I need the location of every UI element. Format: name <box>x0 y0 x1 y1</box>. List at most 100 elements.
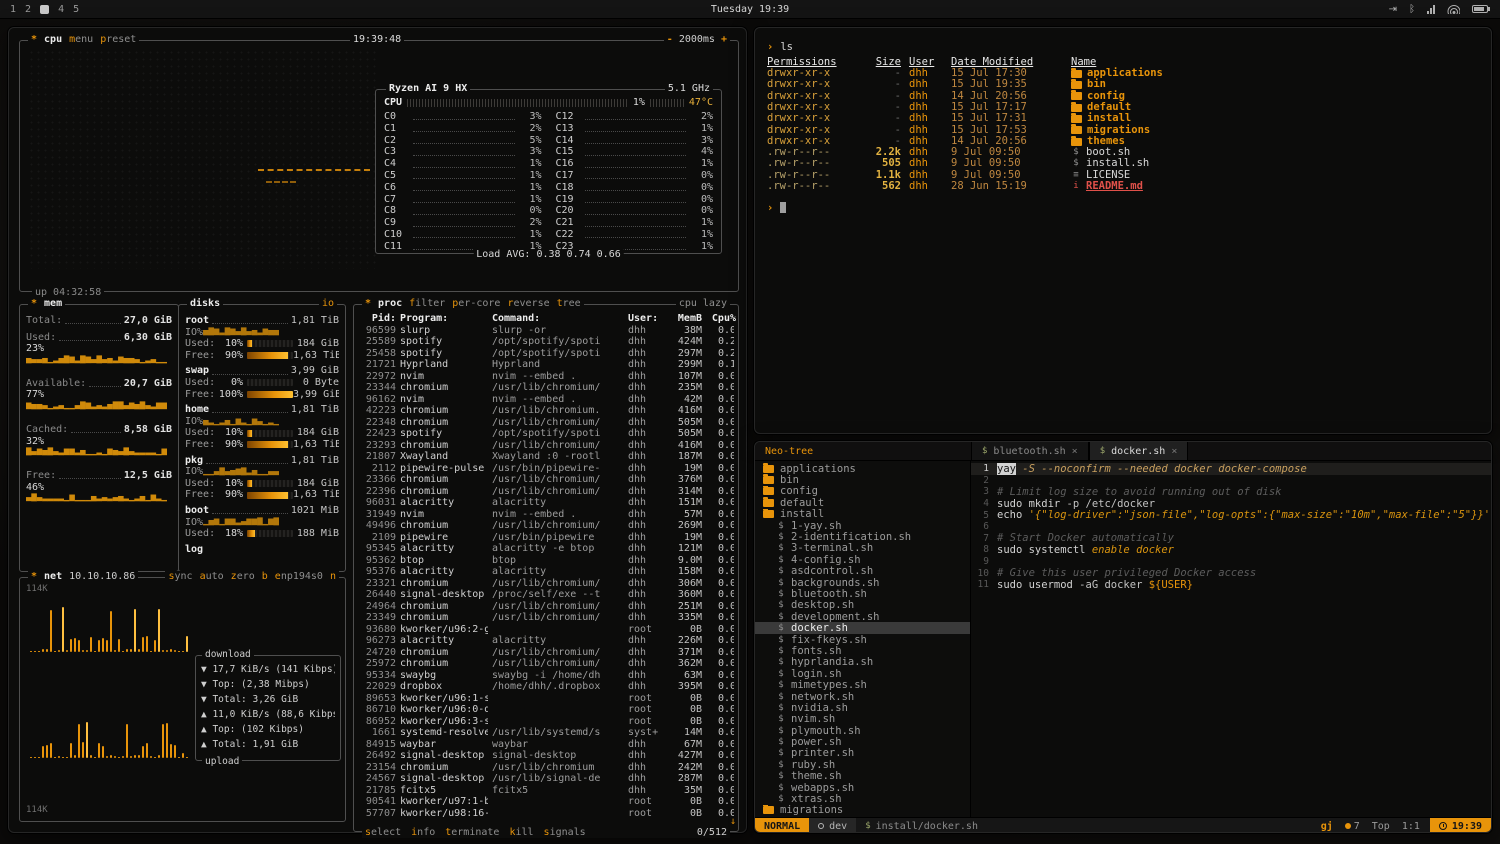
proc-button-tree[interactable]: tree <box>557 298 581 309</box>
tree-item-ruby.sh[interactable]: $ruby.sh <box>755 759 970 770</box>
process-row[interactable]: 93680kworker/u96:2-gfroot0B0.0 <box>358 624 734 636</box>
buffer-line[interactable]: 6 <box>971 521 1491 533</box>
terminal-window[interactable]: ›ls PermissionsSizeUserDate ModifiedName… <box>754 27 1492 434</box>
process-row[interactable]: 1661systemd-resolve/usr/lib/systemd/ssys… <box>358 727 734 739</box>
tree-item-migrations[interactable]: migrations <box>755 805 970 816</box>
workspace-3[interactable] <box>40 5 49 14</box>
net-button-zero[interactable]: zero <box>231 571 255 582</box>
tree-item-applications[interactable]: applications <box>755 463 970 474</box>
tree-item-nvidia.sh[interactable]: $nvidia.sh <box>755 702 970 713</box>
tree-item-hyprlandia.sh[interactable]: $hyprlandia.sh <box>755 657 970 668</box>
interval-plus-button[interactable]: + <box>721 34 727 45</box>
process-row[interactable]: 23349chromium/usr/lib/chromium/dhh335M0.… <box>358 612 734 624</box>
tree-item-xtras.sh[interactable]: $xtras.sh <box>755 793 970 804</box>
process-row[interactable]: 23154chromium/usr/lib/chromiumdhh242M0.0 <box>358 762 734 774</box>
tree-item-power.sh[interactable]: $power.sh <box>755 736 970 747</box>
tree-item-nvim.sh[interactable]: $nvim.sh <box>755 714 970 725</box>
workspace-5[interactable]: 5 <box>73 4 79 15</box>
tree-item-fix-fkeys.sh[interactable]: $fix-fkeys.sh <box>755 634 970 645</box>
net-button-b[interactable]: b <box>262 571 268 582</box>
chart-icon[interactable] <box>1427 5 1435 14</box>
buffer-line[interactable]: 3# Limit log size to avoid running out o… <box>971 486 1491 498</box>
process-row[interactable]: 95345alacrittyalacritty -e btopdhh121M0.… <box>358 543 734 555</box>
process-row[interactable]: 42223chromium/usr/lib/chromium.dhh416M0.… <box>358 405 734 417</box>
tree-item-docker.sh[interactable]: $docker.sh <box>755 622 970 633</box>
process-row[interactable]: 21807XwaylandXwayland :0 -rootldhh187M0.… <box>358 451 734 463</box>
process-row[interactable]: 96599slurpslurp -ordhh38M0.0 <box>358 325 734 337</box>
process-row[interactable]: 96162nvimnvim --embed .dhh42M0.0 <box>358 394 734 406</box>
battery-icon[interactable] <box>1472 5 1488 13</box>
tree-item-1-yay.sh[interactable]: $1-yay.sh <box>755 520 970 531</box>
process-row[interactable]: 22029dropbox/home/dhh/.dropboxdhh395M0.0 <box>358 681 734 693</box>
buffer-line[interactable]: 4sudo mkdir -p /etc/docker <box>971 498 1491 510</box>
proc-header-row[interactable]: Pid:Program:Command:User:MemBCpu% <box>358 313 734 325</box>
tree-item-printer.sh[interactable]: $printer.sh <box>755 748 970 759</box>
tree-item-3-terminal.sh[interactable]: $3-terminal.sh <box>755 543 970 554</box>
process-row[interactable]: 95362btopbtopdhh9.0M0.0 <box>358 555 734 567</box>
tree-item-config[interactable]: config <box>755 486 970 497</box>
process-row[interactable]: 23321chromium/usr/lib/chromium/dhh306M0.… <box>358 578 734 590</box>
net-button-n[interactable]: n <box>330 571 336 582</box>
buffer-line[interactable]: 10# Give this user privileged Docker acc… <box>971 567 1491 579</box>
tree-item-default[interactable]: default <box>755 497 970 508</box>
proc-column-4[interactable]: MemB <box>666 313 702 325</box>
io-toggle[interactable]: io <box>319 298 337 309</box>
bluetooth-icon[interactable]: ᛒ <box>1409 4 1415 15</box>
process-row[interactable]: 57707kworker/u98:16-broot0B0.0 <box>358 808 734 819</box>
neovim-window[interactable]: Neo-tree $bluetooth.sh×$docker.sh× appli… <box>754 441 1492 833</box>
tree-item-theme.sh[interactable]: $theme.sh <box>755 771 970 782</box>
net-button-sync[interactable]: sync <box>168 571 192 582</box>
process-row[interactable]: 25589spotify/opt/spotify/spotidhh424M0.2 <box>358 336 734 348</box>
process-row[interactable]: 86952kworker/u96:3-sdroot0B0.0 <box>358 716 734 728</box>
proc-column-5[interactable]: Cpu% <box>706 313 736 325</box>
tree-item-4-config.sh[interactable]: $4-config.sh <box>755 554 970 565</box>
tree-item-plymouth.sh[interactable]: $plymouth.sh <box>755 725 970 736</box>
process-row[interactable]: 23344chromium/usr/lib/chromium/dhh235M0.… <box>358 382 734 394</box>
workspace-4[interactable]: 4 <box>58 4 64 15</box>
process-row[interactable]: 22972nvimnvim --embed .dhh107M0.0 <box>358 371 734 383</box>
buffer-line[interactable]: 11sudo usermod -aG docker ${USER} <box>971 579 1491 591</box>
proc-column-1[interactable]: Program: <box>400 313 488 325</box>
tree-item-login.sh[interactable]: $login.sh <box>755 668 970 679</box>
process-row[interactable]: 22348chromium/usr/lib/chromium/dhh505M0.… <box>358 417 734 429</box>
buffer-line[interactable]: 9 <box>971 556 1491 568</box>
proc-column-2[interactable]: Command: <box>492 313 624 325</box>
process-row[interactable]: 21721HyprlandHyprlanddhh299M0.1 <box>358 359 734 371</box>
process-row[interactable]: 95376alacrittyalacrittydhh158M0.0 <box>358 566 734 578</box>
tree-item-fonts.sh[interactable]: $fonts.sh <box>755 645 970 656</box>
tree-item-bluetooth.sh[interactable]: $bluetooth.sh <box>755 588 970 599</box>
tree-item-asdcontrol.sh[interactable]: $asdcontrol.sh <box>755 566 970 577</box>
cpu-button-preset[interactable]: preset <box>100 34 136 45</box>
tree-item-install[interactable]: install <box>755 509 970 520</box>
tree-item-mimetypes.sh[interactable]: $mimetypes.sh <box>755 679 970 690</box>
editor-buffer[interactable]: 1yay -S --noconfirm --needed docker dock… <box>971 461 1491 817</box>
process-row[interactable]: 49496chromium/usr/lib/chromium/dhh269M0.… <box>358 520 734 532</box>
proc-sort-mode[interactable]: cpu lazy <box>676 298 730 309</box>
process-row[interactable]: 2112pipewire-pulse/usr/bin/pipewire-dhh1… <box>358 463 734 475</box>
tree-item-backgrounds.sh[interactable]: $backgrounds.sh <box>755 577 970 588</box>
wifi-icon[interactable] <box>1447 5 1460 14</box>
net-button-auto[interactable]: auto <box>200 571 224 582</box>
proc-column-3[interactable]: User: <box>628 313 662 325</box>
process-row[interactable]: 2109pipewire/usr/bin/pipewiredhh19M0.0 <box>358 532 734 544</box>
layout-icon[interactable]: ⇥ <box>1389 4 1397 15</box>
process-row[interactable]: 23293chromium/usr/lib/chromium/dhh416M0.… <box>358 440 734 452</box>
tree-item-bin[interactable]: bin <box>755 474 970 485</box>
process-row[interactable]: 86710kworker/u96:0-dmroot0B0.0 <box>358 704 734 716</box>
process-row[interactable]: 22423spotify/opt/spotify/spotidhh505M0.0 <box>358 428 734 440</box>
buffer-line[interactable]: 7# Start Docker automatically <box>971 533 1491 545</box>
process-row[interactable]: 23366chromium/usr/lib/chromium/dhh376M0.… <box>358 474 734 486</box>
process-row[interactable]: 24720chromium/usr/lib/chromium/dhh371M0.… <box>358 647 734 659</box>
workspace-2[interactable]: 2 <box>25 4 31 15</box>
proc-footer-kill[interactable]: kill <box>509 827 533 838</box>
update-interval-control[interactable]: - 2000ms + <box>664 34 730 45</box>
tree-item-2-identification.sh[interactable]: $2-identification.sh <box>755 531 970 542</box>
tree-item-desktop.sh[interactable]: $desktop.sh <box>755 600 970 611</box>
buffer-line[interactable]: 8sudo systemctl enable docker <box>971 544 1491 556</box>
proc-button-filter[interactable]: filter <box>409 298 445 309</box>
process-row[interactable]: 84915waybarwaybardhh67M0.0 <box>358 739 734 751</box>
proc-footer-select[interactable]: select <box>365 827 401 838</box>
tab-close-icon[interactable]: × <box>1171 446 1177 457</box>
process-row[interactable]: 26440signal-desktop/proc/self/exe --tdhh… <box>358 589 734 601</box>
process-row[interactable]: 95334swaybgswaybg -i /home/dhdhh63M0.0 <box>358 670 734 682</box>
